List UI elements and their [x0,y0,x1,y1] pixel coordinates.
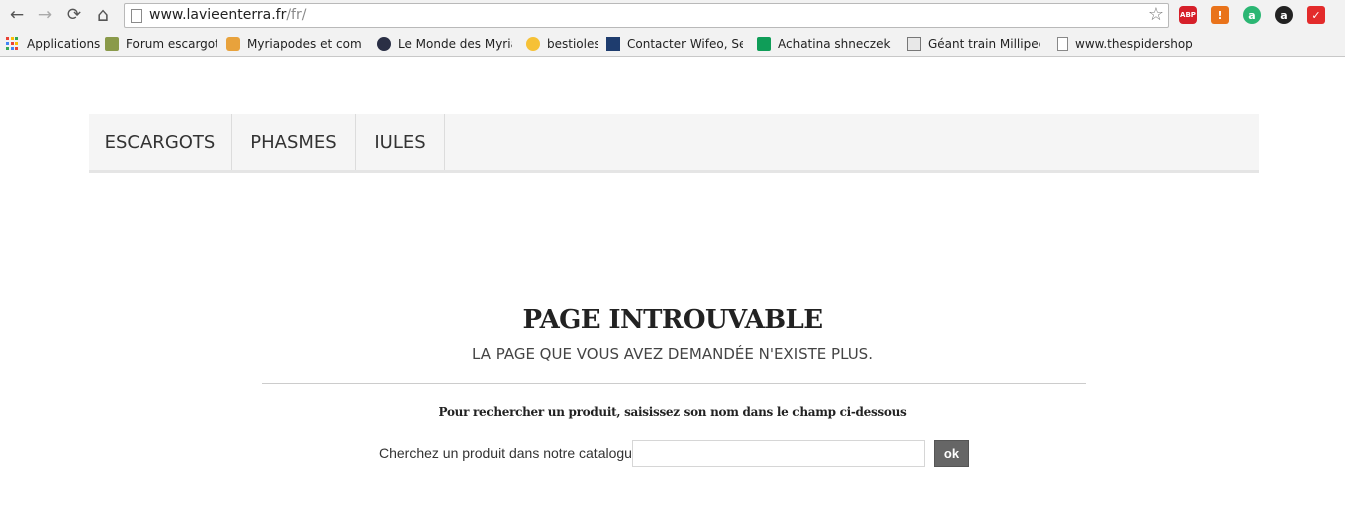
address-url[interactable]: www.lavieenterra.fr/fr/ [149,7,306,23]
shopping-cart-icon [907,37,921,51]
home-icon[interactable]: ⌂ [92,4,114,26]
red-extension-icon[interactable]: ✓ [1307,6,1325,24]
forward-icon[interactable]: → [34,4,56,26]
divider [262,383,1086,384]
myriapod-favicon-icon [226,37,240,51]
apps-grid-icon [6,37,20,51]
bookmark-star-icon[interactable]: ☆ [1148,4,1164,25]
bookmark-label: Géant train Millipede [928,37,1040,51]
bookmark-label: bestioles [547,37,598,51]
reload-icon[interactable]: ⟳ [63,4,85,26]
sheets-favicon-icon [757,37,771,51]
snail-favicon-icon [105,37,119,51]
back-icon[interactable]: ← [6,4,28,26]
bookmark-label: Le Monde des Myriap [398,37,512,51]
bookmark-label: www.thespidershop.co [1075,37,1193,51]
bookmark-label: Myriapodes et compa [247,37,362,51]
url-path: /fr/ [286,7,307,23]
site-menu: ESCARGOTS PHASMES IULES [89,114,1259,173]
page-title: PAGE INTROUVABLE [522,305,824,335]
bookmark-label: Applications [27,37,101,51]
search-ok-button[interactable]: ok [934,440,969,467]
grammarly-icon[interactable]: a [1243,6,1261,24]
adblock-plus-icon[interactable]: ABP [1179,6,1197,24]
myriapod-world-favicon-icon [377,37,391,51]
bookmark-label: Forum escargots [126,37,217,51]
page-icon [131,9,142,23]
bookmarks-bar: Applications Forum escargots Myriapodes … [0,31,1345,57]
bookmark-thespidershop[interactable]: www.thespidershop.co [1057,35,1193,53]
bookmark-forum-escargots[interactable]: Forum escargots [105,35,217,53]
menu-item-iules[interactable]: IULES [356,114,445,170]
url-host: www.lavieenterra.fr [149,7,287,23]
page-subtitle: LA PAGE QUE VOUS AVEZ DEMANDÉE N'EXISTE … [472,345,873,363]
search-input[interactable] [632,440,925,467]
alert-extension-icon[interactable]: ! [1211,6,1229,24]
bookmark-monde-myriapodes[interactable]: Le Monde des Myriap [377,35,512,53]
browser-toolbar: ← → ⟳ ⌂ www.lavieenterra.fr/fr/ ☆ ABP ! … [0,0,1345,31]
menu-item-escargots[interactable]: ESCARGOTS [89,114,232,170]
smiley-favicon-icon [526,37,540,51]
a-extension-icon[interactable]: a [1275,6,1293,24]
page-icon [1057,37,1068,51]
bookmark-achatina[interactable]: Achatina shneczek - P [757,35,892,53]
bookmark-label: Achatina shneczek - P [778,37,892,51]
bookmark-myriapodes[interactable]: Myriapodes et compa [226,35,362,53]
search-hint: Pour rechercher un produit, saisissez so… [438,405,907,419]
bookmark-bestioles[interactable]: bestioles [526,35,598,53]
bookmark-contacter-wifeo[interactable]: Contacter Wifeo, Serv [606,35,743,53]
wifeo-favicon-icon [606,37,620,51]
address-bar[interactable]: www.lavieenterra.fr/fr/ ☆ [124,3,1169,28]
bookmark-applications[interactable]: Applications [6,35,100,53]
bookmark-geant-train[interactable]: Géant train Millipede [907,35,1040,53]
menu-item-phasmes[interactable]: PHASMES [232,114,356,170]
search-label: Cherchez un produit dans notre catalogue… [379,445,648,461]
bookmark-label: Contacter Wifeo, Serv [627,37,743,51]
